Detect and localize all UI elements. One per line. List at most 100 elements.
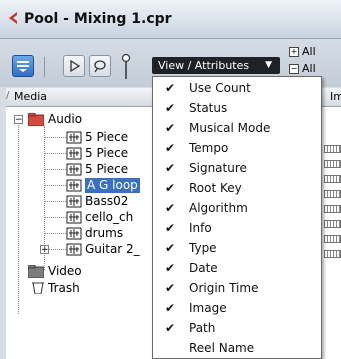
plus-icon: + (289, 47, 299, 57)
chevron-down-icon: ▼ (265, 60, 272, 70)
audio-clip-label: 5 Piece (85, 130, 129, 144)
menu-item[interactable]: ✔ Image (153, 298, 321, 318)
menu-item[interactable]: ✔ Status (153, 98, 321, 118)
waveform-thumbnail (324, 205, 341, 213)
audio-file-icon (66, 131, 82, 144)
waveform-thumbnail (324, 250, 341, 258)
collapse-icon[interactable]: − (14, 115, 23, 125)
menu-item[interactable]: ✔ Musical Mode (153, 118, 321, 138)
waveform-thumbnail (324, 235, 341, 243)
audio-folder-icon (28, 113, 44, 126)
checkmark-icon: ✔ (165, 101, 176, 115)
collapse-all-label: All (302, 62, 316, 75)
tree-line (44, 169, 66, 170)
checkmark-icon: ✔ (165, 201, 176, 215)
menu-item[interactable]: ✔ Type (153, 238, 321, 258)
menu-item[interactable]: ✔ Origin Time (153, 278, 321, 298)
waveform-thumbnail (324, 145, 341, 153)
video-folder-icon (28, 265, 44, 278)
audio-clip-label: Guitar 2_ (85, 242, 140, 256)
menu-item-label: Date (189, 261, 218, 275)
checkmark-icon: ✔ (165, 181, 176, 195)
play-icon (70, 59, 81, 73)
loop-button[interactable] (89, 55, 111, 77)
tree-line (44, 201, 66, 202)
checkmark-icon: ✔ (165, 81, 176, 95)
pool-view-button[interactable] (12, 55, 34, 77)
checkmark-icon: ✔ (165, 301, 176, 315)
audio-file-icon (66, 195, 82, 208)
play-button[interactable] (63, 55, 85, 77)
menu-item-label: Type (189, 241, 217, 255)
toolbar-separator (44, 57, 45, 77)
menu-item[interactable]: ✔ Signature (153, 158, 321, 178)
checkmark-icon: ✔ (165, 281, 176, 295)
checkmark-icon: ✔ (165, 141, 176, 155)
sort-indicator: / (6, 90, 10, 101)
menu-item[interactable]: Reel Name (153, 338, 321, 358)
loop-icon (94, 60, 106, 73)
expand-icon[interactable]: + (40, 245, 49, 255)
audio-clip-label: A G loop (85, 178, 140, 193)
window-title: Pool - Mixing 1.cpr (24, 11, 172, 27)
audio-clip-label: 5 Piece (85, 146, 129, 160)
waveform-thumbnail (324, 175, 341, 183)
collapse-all-button[interactable]: − All (289, 62, 316, 75)
checkmark-icon: ✔ (165, 121, 176, 135)
menu-item-label: Signature (189, 161, 247, 175)
folder-trash-label: Trash (48, 281, 80, 295)
menu-item-label: Origin Time (189, 281, 259, 295)
view-attributes-label: View / Attributes (158, 59, 250, 72)
cubase-icon (9, 12, 17, 24)
menu-item-label: Use Count (189, 81, 251, 95)
menu-item[interactable]: ✔ Date (153, 258, 321, 278)
waveform-thumbnail (324, 190, 341, 198)
media-column-header[interactable]: Media (14, 90, 47, 103)
checkmark-icon: ✔ (165, 321, 176, 335)
audio-clip-label: 5 Piece (85, 162, 129, 176)
waveform-thumbnail (324, 160, 341, 168)
expand-all-label: All (302, 45, 316, 58)
menu-item[interactable]: ✔ Path (153, 318, 321, 338)
menu-item[interactable]: ✔ Root Key (153, 178, 321, 198)
menu-item-label: Reel Name (189, 341, 255, 355)
waveform-thumbnail (324, 220, 341, 228)
tree-line (44, 185, 66, 186)
view-attributes-dropdown[interactable]: View / Attributes ▼ (152, 57, 280, 74)
menu-item-label: Status (189, 101, 228, 115)
audio-file-icon (66, 227, 82, 240)
audio-file-icon (66, 163, 82, 176)
trash-icon (32, 282, 44, 294)
list-icon (17, 61, 29, 72)
menu-item-label: Musical Mode (189, 121, 271, 135)
tree-line (18, 118, 19, 314)
checkmark-icon: ✔ (165, 161, 176, 175)
image-column-header[interactable]: Im (330, 90, 341, 103)
tree-line (44, 217, 66, 218)
menu-item-label: Info (189, 221, 212, 235)
menu-item[interactable]: ✔ Tempo (153, 138, 321, 158)
attributes-menu: ✔ Use Count ✔ Status ✔ Musical Mode ✔ Tempo ✔ Sig… (152, 76, 322, 359)
menu-item[interactable]: ✔ Use Count (153, 78, 321, 98)
audio-clip-label: drums (85, 226, 124, 240)
menu-item-label: Root Key (189, 181, 242, 195)
audio-file-icon (66, 147, 82, 160)
menu-item-label: Tempo (189, 141, 229, 155)
folder-video-label: Video (48, 264, 82, 278)
menu-item[interactable]: ✔ Info (153, 218, 321, 238)
menu-item-label: Image (189, 301, 227, 315)
volume-slider-icon[interactable] (121, 53, 131, 81)
menu-item-label: Path (189, 321, 216, 335)
tree-line (44, 137, 66, 138)
audio-clip-label: Bass02 (85, 194, 129, 208)
checkmark-icon: ✔ (165, 241, 176, 255)
checkmark-icon: ✔ (165, 221, 176, 235)
audio-file-icon (66, 179, 82, 192)
audio-file-icon (66, 243, 82, 256)
expand-all-button[interactable]: + All (289, 45, 316, 58)
menu-item[interactable]: ✔ Algorithm (153, 198, 321, 218)
audio-file-icon (66, 211, 82, 224)
menu-item-label: Algorithm (189, 201, 248, 215)
tree-line (44, 153, 66, 154)
title-bar: Pool - Mixing 1.cpr (0, 0, 341, 39)
